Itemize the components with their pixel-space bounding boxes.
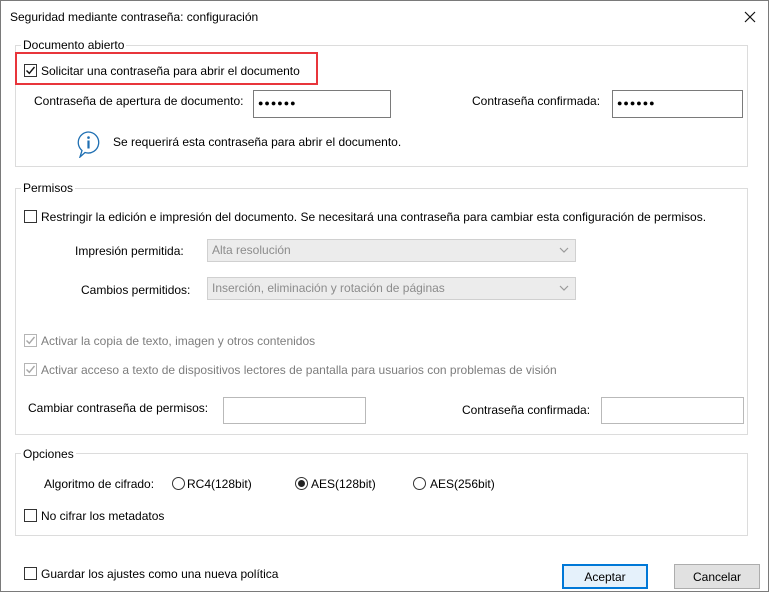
checkmark-icon (26, 336, 36, 345)
info-text: Se requerirá esta contraseña para abrir … (113, 135, 402, 149)
changes-allowed-label: Cambios permitidos: (81, 283, 191, 297)
chevron-down-icon (559, 247, 569, 253)
restrict-editing-label: Restringir la edición e impresión del do… (41, 210, 707, 224)
encryption-algorithm-label: Algoritmo de cifrado: (44, 477, 155, 491)
enable-screen-reader-checkbox[interactable] (24, 363, 37, 376)
require-password-label: Solicitar una contraseña para abrir el d… (41, 64, 300, 78)
radio-aes-256[interactable] (413, 477, 426, 490)
print-allowed-value: Alta resolución (212, 243, 291, 257)
print-allowed-select[interactable]: Alta resolución (207, 239, 576, 262)
change-permissions-password-label: Cambiar contraseña de permisos: (28, 401, 209, 415)
print-allowed-label: Impresión permitida: (75, 244, 184, 258)
save-policy-checkbox[interactable] (24, 567, 37, 580)
title-bar: Seguridad mediante contraseña: configura… (1, 1, 768, 33)
options-group (15, 453, 748, 536)
enable-copy-label: Activar la copia de texto, imagen y otro… (41, 334, 316, 348)
checkmark-icon (26, 365, 36, 374)
permissions-confirm-label: Contraseña confirmada: (462, 403, 591, 417)
save-policy-label: Guardar los ajustes como una nueva polít… (41, 567, 279, 581)
checkmark-icon (26, 66, 36, 75)
changes-allowed-select[interactable]: Inserción, eliminación y rotación de pág… (207, 277, 576, 300)
radio-aes-256-label: AES(256bit) (430, 477, 495, 491)
open-password-label: Contraseña de apertura de documento: (34, 94, 244, 108)
permissions-confirm-input[interactable] (601, 397, 744, 424)
cancel-button[interactable]: Cancelar (674, 564, 760, 589)
restrict-editing-checkbox[interactable] (24, 210, 37, 223)
chevron-down-icon (559, 285, 569, 291)
enable-copy-checkbox[interactable] (24, 334, 37, 347)
permissions-legend: Permisos (21, 181, 76, 195)
require-password-checkbox[interactable] (24, 64, 37, 77)
no-encrypt-metadata-label: No cifrar los metadatos (41, 509, 165, 523)
open-confirm-label: Contraseña confirmada: (472, 94, 601, 108)
change-permissions-password-input[interactable] (223, 397, 366, 424)
open-password-input[interactable]: ●●●●●● (253, 90, 391, 118)
options-legend: Opciones (21, 447, 76, 461)
open-document-legend: Documento abierto (21, 38, 127, 52)
radio-aes-128-label: AES(128bit) (311, 477, 376, 491)
accept-button[interactable]: Aceptar (562, 564, 648, 589)
close-icon (744, 11, 756, 23)
close-button[interactable] (736, 5, 764, 29)
radio-rc4-128[interactable] (172, 477, 185, 490)
open-confirm-input[interactable]: ●●●●●● (612, 90, 743, 118)
password-security-dialog: Seguridad mediante contraseña: configura… (0, 0, 769, 592)
radio-rc4-128-label: RC4(128bit) (187, 477, 252, 491)
enable-screen-reader-label: Activar acceso a texto de dispositivos l… (41, 363, 557, 377)
no-encrypt-metadata-checkbox[interactable] (24, 509, 37, 522)
dialog-title: Seguridad mediante contraseña: configura… (10, 10, 259, 24)
changes-allowed-value: Inserción, eliminación y rotación de pág… (212, 281, 445, 295)
radio-selected-dot (298, 480, 305, 487)
radio-aes-128[interactable] (295, 477, 308, 490)
info-icon (76, 130, 102, 161)
